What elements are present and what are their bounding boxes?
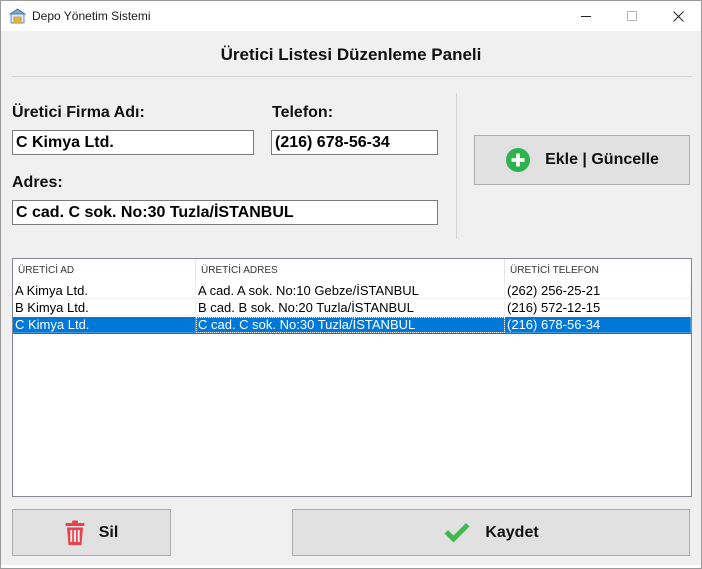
- table-cell-adres: C cad. C sok. No:30 Tuzla/İSTANBUL: [196, 317, 505, 333]
- close-icon: [672, 10, 684, 22]
- table-cell-telefon: (216) 572-12-15: [505, 300, 691, 316]
- table-cell-telefon: (262) 256-25-21: [505, 283, 691, 299]
- table-cell-ad: C Kimya Ltd.: [13, 317, 196, 333]
- sil-button[interactable]: Sil: [12, 509, 171, 556]
- minimize-icon: [580, 15, 591, 17]
- adres-label: Adres:: [12, 174, 63, 191]
- app-window: Depo Yönetim Sistemi Üretici Listesi Düz…: [0, 0, 702, 569]
- plus-circle-icon: [505, 147, 531, 173]
- maximize-icon: [626, 10, 637, 21]
- telefon-label: Telefon:: [272, 104, 334, 121]
- column-header-telefon[interactable]: ÜRETİCİ TELEFON: [505, 259, 691, 283]
- telefon-input[interactable]: (216) 678-56-34: [271, 130, 438, 155]
- table-row-selected[interactable]: C Kimya Ltd. C cad. C sok. No:30 Tuzla/İ…: [13, 317, 691, 334]
- table-cell-adres: A cad. A sok. No:10 Gebze/İSTANBUL: [196, 283, 505, 299]
- column-header-ad[interactable]: ÜRETİCİ AD: [13, 259, 196, 283]
- window-title: Depo Yönetim Sistemi: [32, 9, 151, 23]
- trash-icon: [65, 520, 85, 546]
- kaydet-button[interactable]: Kaydet: [292, 509, 690, 556]
- manufacturer-table[interactable]: ÜRETİCİ AD ÜRETİCİ ADRES ÜRETİCİ TELEFON…: [12, 258, 692, 497]
- page-title: Üretici Listesi Düzenleme Paneli: [220, 45, 482, 64]
- firma-input[interactable]: C Kimya Ltd.: [12, 130, 254, 155]
- title-bar[interactable]: Depo Yönetim Sistemi: [1, 1, 701, 31]
- firma-label: Üretici Firma Adı:: [12, 104, 145, 121]
- ekle-guncelle-button[interactable]: Ekle | Güncelle: [474, 135, 690, 185]
- table-cell-ad: B Kimya Ltd.: [13, 300, 196, 316]
- adres-input[interactable]: C cad. C sok. No:30 Tuzla/İSTANBUL: [12, 200, 438, 225]
- table-cell-telefon: (216) 678-56-34: [505, 317, 691, 333]
- column-header-adres[interactable]: ÜRETİCİ ADRES: [196, 259, 505, 283]
- warehouse-icon: [9, 8, 26, 24]
- sil-label: Sil: [98, 523, 119, 541]
- window-bottom-edge: [1, 565, 701, 568]
- divider-vertical: [456, 93, 457, 239]
- table-cell-ad: A Kimya Ltd.: [13, 283, 196, 299]
- maximize-button[interactable]: [609, 1, 655, 31]
- divider-horizontal: [12, 76, 692, 77]
- table-row[interactable]: A Kimya Ltd. A cad. A sok. No:10 Gebze/İ…: [13, 283, 691, 300]
- table-row[interactable]: B Kimya Ltd. B cad. B sok. No:20 Tuzla/İ…: [13, 300, 691, 317]
- table-header: ÜRETİCİ AD ÜRETİCİ ADRES ÜRETİCİ TELEFON: [13, 259, 691, 283]
- close-button[interactable]: [655, 1, 701, 31]
- kaydet-label: Kaydet: [485, 523, 539, 541]
- table-cell-adres: B cad. B sok. No:20 Tuzla/İSTANBUL: [196, 300, 505, 316]
- checkmark-icon: [443, 522, 471, 544]
- ekle-guncelle-label: Ekle | Güncelle: [545, 151, 659, 168]
- minimize-button[interactable]: [563, 1, 609, 31]
